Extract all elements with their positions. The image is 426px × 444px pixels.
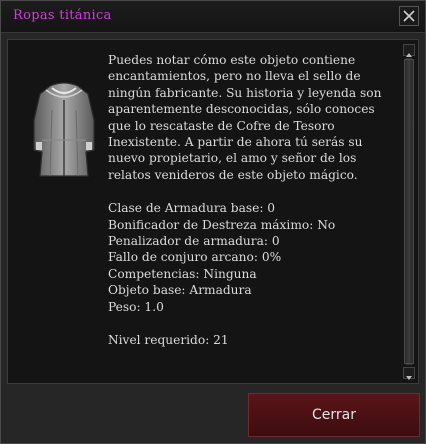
stat-proficiencies: Competencias: Ninguna xyxy=(108,266,257,281)
item-info-panel: Puedes notar cómo este objeto contiene e… xyxy=(7,39,419,384)
stat-base-item: Objeto base: Armadura xyxy=(108,283,252,298)
stat-arcane-failure: Fallo de conjuro arcano: 0% xyxy=(108,250,282,265)
required-level: Nivel requerido: 21 xyxy=(108,333,229,348)
window-title: Ropas titánica xyxy=(13,8,112,23)
stat-max-dex-bonus: Bonificador de Destreza máximo: No xyxy=(108,217,336,232)
close-button[interactable]: Cerrar xyxy=(248,393,420,437)
item-description: Puedes notar cómo este objeto contiene e… xyxy=(108,53,382,182)
title-bar[interactable]: Ropas titánica xyxy=(1,1,425,33)
stat-armor-class: Clase de Armadura base: 0 xyxy=(108,201,276,216)
close-window-button[interactable] xyxy=(399,6,419,26)
robe-armor-icon xyxy=(33,82,95,177)
item-text-area: Puedes notar cómo este objeto contiene e… xyxy=(108,52,400,349)
arrow-down-icon xyxy=(406,376,412,380)
item-examine-window: Ropas titánica Puedes notar cómo este ob… xyxy=(0,0,426,444)
scroll-up-button[interactable] xyxy=(403,44,415,57)
close-x-icon xyxy=(403,10,415,22)
scroll-thumb[interactable] xyxy=(404,59,414,364)
scroll-down-button[interactable] xyxy=(403,367,415,380)
stat-weight: Peso: 1.0 xyxy=(108,299,164,314)
stat-armor-penalty: Penalizador de armadura: 0 xyxy=(108,234,280,249)
item-stats: Clase de Armadura base: 0 Bonificador de… xyxy=(108,200,400,315)
scrollbar[interactable] xyxy=(403,44,415,380)
